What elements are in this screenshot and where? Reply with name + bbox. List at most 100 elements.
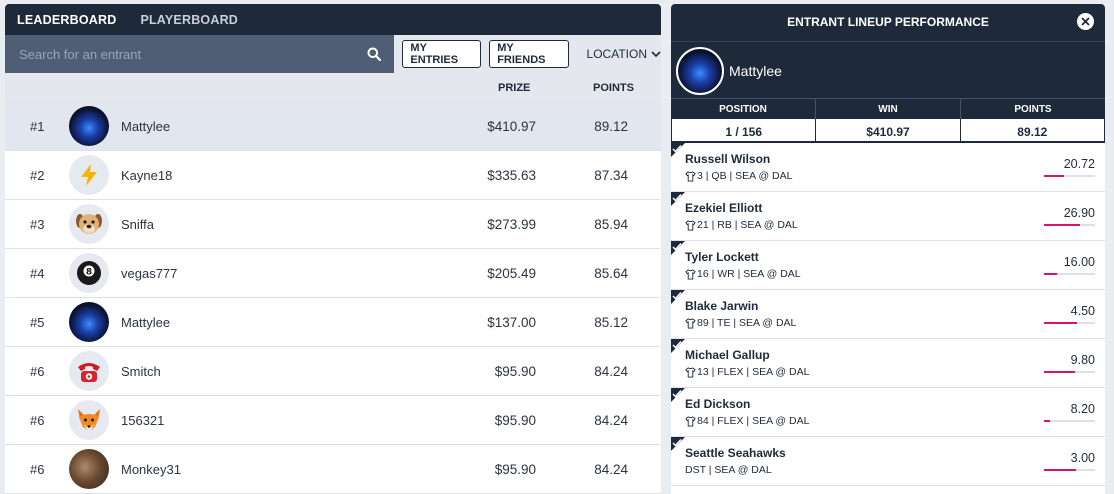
table-row[interactable]: #6 Smitch $95.90 84.24 — [5, 347, 661, 396]
my-entries-button[interactable]: MY ENTRIES — [402, 40, 482, 68]
dog-icon — [76, 214, 102, 234]
entrant-points: 84.24 — [594, 462, 628, 477]
score-bar-fill — [1044, 322, 1078, 324]
player-name: Tyler Lockett — [685, 250, 759, 264]
lineup-panel: ENTRANT LINEUP PERFORMANCE Mattylee POSI… — [671, 4, 1105, 494]
fox-icon — [78, 409, 100, 430]
panel-header: ENTRANT LINEUP PERFORMANCE — [671, 4, 1105, 41]
player-score: 20.72 — [1063, 157, 1095, 171]
list-item[interactable]: Seattle Seahawks DST | SEA @ DAL 3.00 — [671, 437, 1105, 486]
prize-column-header: PRIZE — [498, 82, 531, 94]
position-value: 1 / 156 — [672, 119, 817, 141]
entrant-prize: $335.63 — [487, 168, 536, 183]
points-column-header: POINTS — [593, 82, 634, 94]
list-item[interactable]: Ezekiel Elliott 21 | RB | SEA @ DAL 26.9… — [671, 192, 1105, 241]
score-bar-fill — [1044, 273, 1057, 275]
selected-entrant-name: Mattylee — [729, 63, 782, 79]
lightning-avatar — [69, 155, 109, 195]
table-row[interactable]: #6 156321 $95.90 84.24 — [5, 396, 661, 445]
entrant-rank: #6 — [30, 462, 45, 477]
table-row[interactable]: #1 Mattylee $410.97 89.12 — [5, 102, 661, 151]
check-corner-icon — [671, 192, 685, 206]
list-item[interactable]: Russell Wilson 3 | QB | SEA @ DAL 20.72 — [671, 143, 1105, 192]
jersey-icon — [685, 415, 696, 427]
score-bar — [1044, 224, 1095, 226]
entrant-prize: $95.90 — [494, 413, 536, 428]
entrant-rank: #6 — [30, 413, 45, 428]
entrant-points: 87.34 — [594, 168, 628, 183]
jersey-icon — [685, 317, 696, 329]
player-info: 84 | FLEX | SEA @ DAL — [685, 415, 809, 427]
entrant-name: Mattylee — [121, 119, 171, 134]
table-row[interactable]: #4 8 vegas777 $205.49 85.64 — [5, 249, 661, 298]
entrant-name: Mattylee — [121, 315, 171, 330]
score-bar-fill — [1044, 371, 1075, 373]
player-info-text: 21 | RB | SEA @ DAL — [697, 219, 798, 231]
entrant-points: 89.12 — [594, 119, 628, 134]
list-item[interactable]: Tyler Lockett 16 | WR | SEA @ DAL 16.00 — [671, 241, 1105, 290]
location-label: LOCATION — [586, 47, 647, 61]
table-row[interactable]: #6 Monkey31 $95.90 84.24 — [5, 445, 661, 494]
search-input[interactable] — [19, 46, 367, 62]
lightning-icon — [81, 164, 97, 186]
score-bar-fill — [1044, 469, 1076, 471]
entrant-name: vegas777 — [121, 266, 178, 281]
panel-title: ENTRANT LINEUP PERFORMANCE — [787, 15, 989, 29]
leaderboard-panel: LEADERBOARD PLAYERBOARD MY ENTRIES MY FR… — [5, 4, 661, 494]
eight-ball-icon: 8 — [77, 261, 101, 285]
entrant-rank: #4 — [30, 266, 45, 281]
list-item[interactable]: Michael Gallup 13 | FLEX | SEA @ DAL 9.8… — [671, 339, 1105, 388]
stats-header-row: POSITION WIN POINTS — [671, 98, 1105, 119]
table-row[interactable]: #3 Sniffa $273.99 85.94 — [5, 200, 661, 249]
my-friends-button[interactable]: MY FRIENDS — [489, 40, 569, 68]
player-score: 26.90 — [1063, 206, 1095, 220]
list-item[interactable]: Ed Dickson 84 | FLEX | SEA @ DAL 8.20 — [671, 388, 1105, 437]
score-bar — [1044, 469, 1095, 471]
score-bar — [1044, 273, 1095, 275]
score-bar — [1044, 371, 1095, 373]
player-name: Michael Gallup — [685, 348, 770, 362]
player-info: DST | SEA @ DAL — [685, 464, 772, 476]
jersey-icon — [685, 268, 696, 280]
tab-leaderboard[interactable]: LEADERBOARD — [17, 13, 116, 27]
score-bar-fill — [1044, 224, 1080, 226]
telephone-icon — [78, 363, 100, 382]
player-info-text: 3 | QB | SEA @ DAL — [697, 170, 793, 182]
check-corner-icon — [671, 290, 685, 304]
location-dropdown[interactable]: LOCATION — [587, 47, 661, 61]
close-button[interactable] — [1077, 13, 1094, 30]
jersey-icon — [685, 170, 696, 182]
dog-avatar — [69, 204, 109, 244]
entrant-points: 85.94 — [594, 217, 628, 232]
photo-avatar — [69, 449, 109, 489]
player-info-text: 13 | FLEX | SEA @ DAL — [697, 366, 810, 378]
player-info: 21 | RB | SEA @ DAL — [685, 219, 798, 231]
tab-playerboard[interactable]: PLAYERBOARD — [140, 13, 238, 27]
list-item[interactable]: Blake Jarwin 89 | TE | SEA @ DAL 4.50 — [671, 290, 1105, 339]
eight-ball-avatar: 8 — [69, 253, 109, 293]
check-corner-icon — [671, 241, 685, 255]
jersey-icon — [685, 366, 696, 378]
close-icon — [1081, 17, 1090, 26]
search-icon[interactable] — [366, 46, 382, 62]
table-row[interactable]: #2 Kayne18 $335.63 87.34 — [5, 151, 661, 200]
entrant-name: 156321 — [121, 413, 165, 428]
entrant-points: 84.24 — [594, 364, 628, 379]
galaxy-avatar — [676, 47, 724, 95]
entrant-rank: #6 — [30, 364, 45, 379]
entrant-name: Sniffa — [121, 217, 155, 232]
entrant-prize: $410.97 — [487, 119, 536, 134]
player-name: Russell Wilson — [685, 152, 771, 166]
player-score: 9.80 — [1070, 353, 1095, 367]
check-corner-icon — [671, 437, 685, 451]
entrant-rank: #2 — [30, 168, 45, 183]
player-score: 3.00 — [1070, 451, 1095, 465]
fox-avatar — [69, 400, 109, 440]
lineup-list: Russell Wilson 3 | QB | SEA @ DAL 20.72 … — [671, 143, 1105, 486]
table-row[interactable]: #5 Mattylee $137.00 85.12 — [5, 298, 661, 347]
position-header: POSITION — [671, 99, 816, 119]
stats-value-row: 1 / 156 $410.97 89.12 — [671, 119, 1105, 143]
column-headers: PRIZE POINTS — [5, 73, 661, 102]
entrant-name: Monkey31 — [121, 462, 181, 477]
search-box — [5, 35, 395, 73]
